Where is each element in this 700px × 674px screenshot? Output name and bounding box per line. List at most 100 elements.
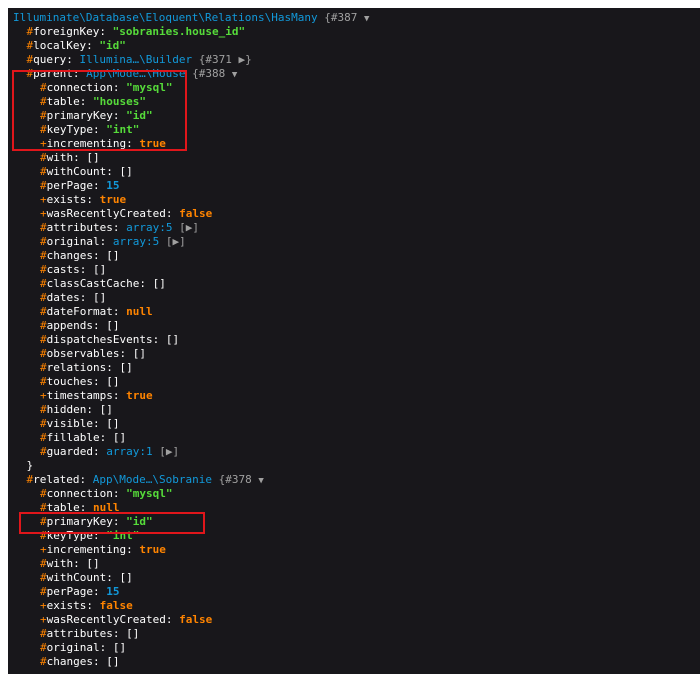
- colon: :: [86, 193, 100, 206]
- property-value: "mysql": [126, 81, 173, 94]
- colon: :: [99, 641, 113, 654]
- colon: :: [99, 25, 113, 38]
- property-visibility: #: [40, 319, 47, 332]
- property-name: perPage: [46, 585, 93, 598]
- object-class[interactable]: App\Mode…\House: [86, 67, 185, 80]
- property-value: true: [99, 193, 127, 206]
- property-name: foreignKey: [33, 25, 100, 38]
- collapse-toggle[interactable]: ▼: [258, 476, 263, 486]
- parent-prop-primaryKey: #primaryKey: "id": [40, 109, 153, 123]
- colon: :: [79, 501, 93, 514]
- expand-toggle[interactable]: [▶]: [166, 235, 186, 248]
- parent-prop-visible: #visible: []: [40, 417, 119, 431]
- property-value: "id": [99, 39, 126, 52]
- collapse-toggle[interactable]: ▼: [232, 70, 237, 80]
- property-name: timestamps: [46, 389, 113, 402]
- property-name: exists: [46, 193, 87, 206]
- property-name: parent: [33, 67, 73, 80]
- colon: :: [86, 403, 100, 416]
- expand-toggle[interactable]: [▶]: [179, 221, 199, 234]
- expand-toggle[interactable]: ▶}: [238, 53, 251, 66]
- property-value: "houses": [93, 95, 146, 108]
- colon: :: [152, 333, 166, 346]
- property-value: false: [179, 613, 213, 626]
- property-value: true: [139, 137, 166, 150]
- colon: :: [165, 207, 180, 220]
- colon: :: [79, 291, 93, 304]
- property-name: changes: [46, 655, 93, 668]
- relation-prop-query: #query: Illumina…\Builder {#371 ▶}: [27, 53, 252, 67]
- colon: :: [92, 585, 107, 598]
- property-visibility: #: [40, 333, 47, 346]
- parent-prop-original: #original: array:5 [▶]: [40, 235, 186, 249]
- colon: :: [92, 655, 107, 668]
- colon: :: [92, 123, 107, 136]
- class-name[interactable]: Illuminate\Database\Eloquent\Relations\H…: [13, 11, 318, 24]
- related-prop-attributes: #attributes: []: [40, 627, 139, 641]
- property-value: []: [106, 375, 120, 388]
- parent-object-header: #parent: App\Mode…\House {#388 ▼: [27, 67, 238, 81]
- property-value: []: [112, 431, 127, 444]
- property-value: "sobranies.house_id": [112, 25, 246, 38]
- dump-header: Illuminate\Database\Eloquent\Relations\H…: [13, 11, 369, 25]
- colon: :: [139, 277, 153, 290]
- parent-prop-relations: #relations: []: [40, 361, 133, 375]
- colon: :: [99, 235, 113, 248]
- property-visibility: #: [40, 403, 47, 416]
- property-value: "int": [106, 123, 140, 136]
- property-visibility: #: [40, 361, 47, 374]
- object-ref: {#387: [324, 11, 358, 24]
- property-visibility: #: [40, 235, 47, 248]
- property-visibility: #: [40, 515, 47, 528]
- property-visibility: #: [40, 585, 47, 598]
- property-name: primaryKey: [46, 109, 113, 122]
- parent-prop-changes: #changes: []: [40, 249, 119, 263]
- property-name: wasRecentlyCreated: [46, 207, 166, 220]
- expand-toggle[interactable]: [▶]: [159, 445, 179, 458]
- colon: :: [92, 179, 107, 192]
- object-ref: {#388: [192, 67, 226, 80]
- object-ref: {#378: [218, 473, 252, 486]
- related-object-header: #related: App\Mode…\Sobranie {#378 ▼: [27, 473, 264, 487]
- property-name: dates: [46, 291, 80, 304]
- colon: :: [106, 165, 120, 178]
- property-visibility: #: [40, 655, 47, 668]
- property-name: original: [46, 235, 100, 248]
- collapse-toggle[interactable]: ▼: [364, 14, 369, 24]
- colon: :: [79, 95, 93, 108]
- parent-prop-keyType: #keyType: "int": [40, 123, 139, 137]
- object-class[interactable]: App\Mode…\Sobranie: [93, 473, 212, 486]
- property-visibility: #: [40, 641, 47, 654]
- parent-prop-perPage: #perPage: 15: [40, 179, 119, 193]
- property-name: perPage: [46, 179, 93, 192]
- related-prop-wasRecentlyCreated: +wasRecentlyCreated: false: [40, 613, 212, 627]
- parent-prop-hidden: #hidden: []: [40, 403, 113, 417]
- colon: :: [92, 375, 107, 388]
- property-name: original: [46, 641, 100, 654]
- closing-brace: }: [26, 459, 34, 472]
- related-prop-with: #with: []: [40, 557, 100, 571]
- property-name: query: [33, 53, 67, 66]
- related-prop-keyType: #keyType: "int": [40, 529, 139, 543]
- property-name: observables: [46, 347, 120, 360]
- colon: :: [66, 53, 80, 66]
- property-value: []: [93, 263, 107, 276]
- property-value: "mysql": [126, 487, 173, 500]
- colon: :: [79, 473, 93, 486]
- related-prop-perPage: #perPage: 15: [40, 585, 119, 599]
- related-prop-table: #table: null: [40, 501, 120, 515]
- parent-prop-dateFormat: #dateFormat: null: [40, 305, 153, 319]
- parent-prop-casts: #casts: []: [40, 263, 106, 277]
- property-class[interactable]: Illumina…\Builder: [80, 53, 193, 66]
- property-value: []: [106, 319, 120, 332]
- colon: :: [126, 137, 140, 150]
- parent-prop-appends: #appends: []: [40, 319, 119, 333]
- property-value: true: [139, 543, 166, 556]
- property-name: dateFormat: [46, 305, 113, 318]
- property-name: incrementing: [46, 137, 127, 150]
- colon: :: [126, 543, 140, 556]
- property-visibility: #: [40, 179, 47, 192]
- colon: :: [112, 305, 127, 318]
- colon: :: [165, 613, 180, 626]
- relation-prop-localKey: #localKey: "id": [27, 39, 126, 53]
